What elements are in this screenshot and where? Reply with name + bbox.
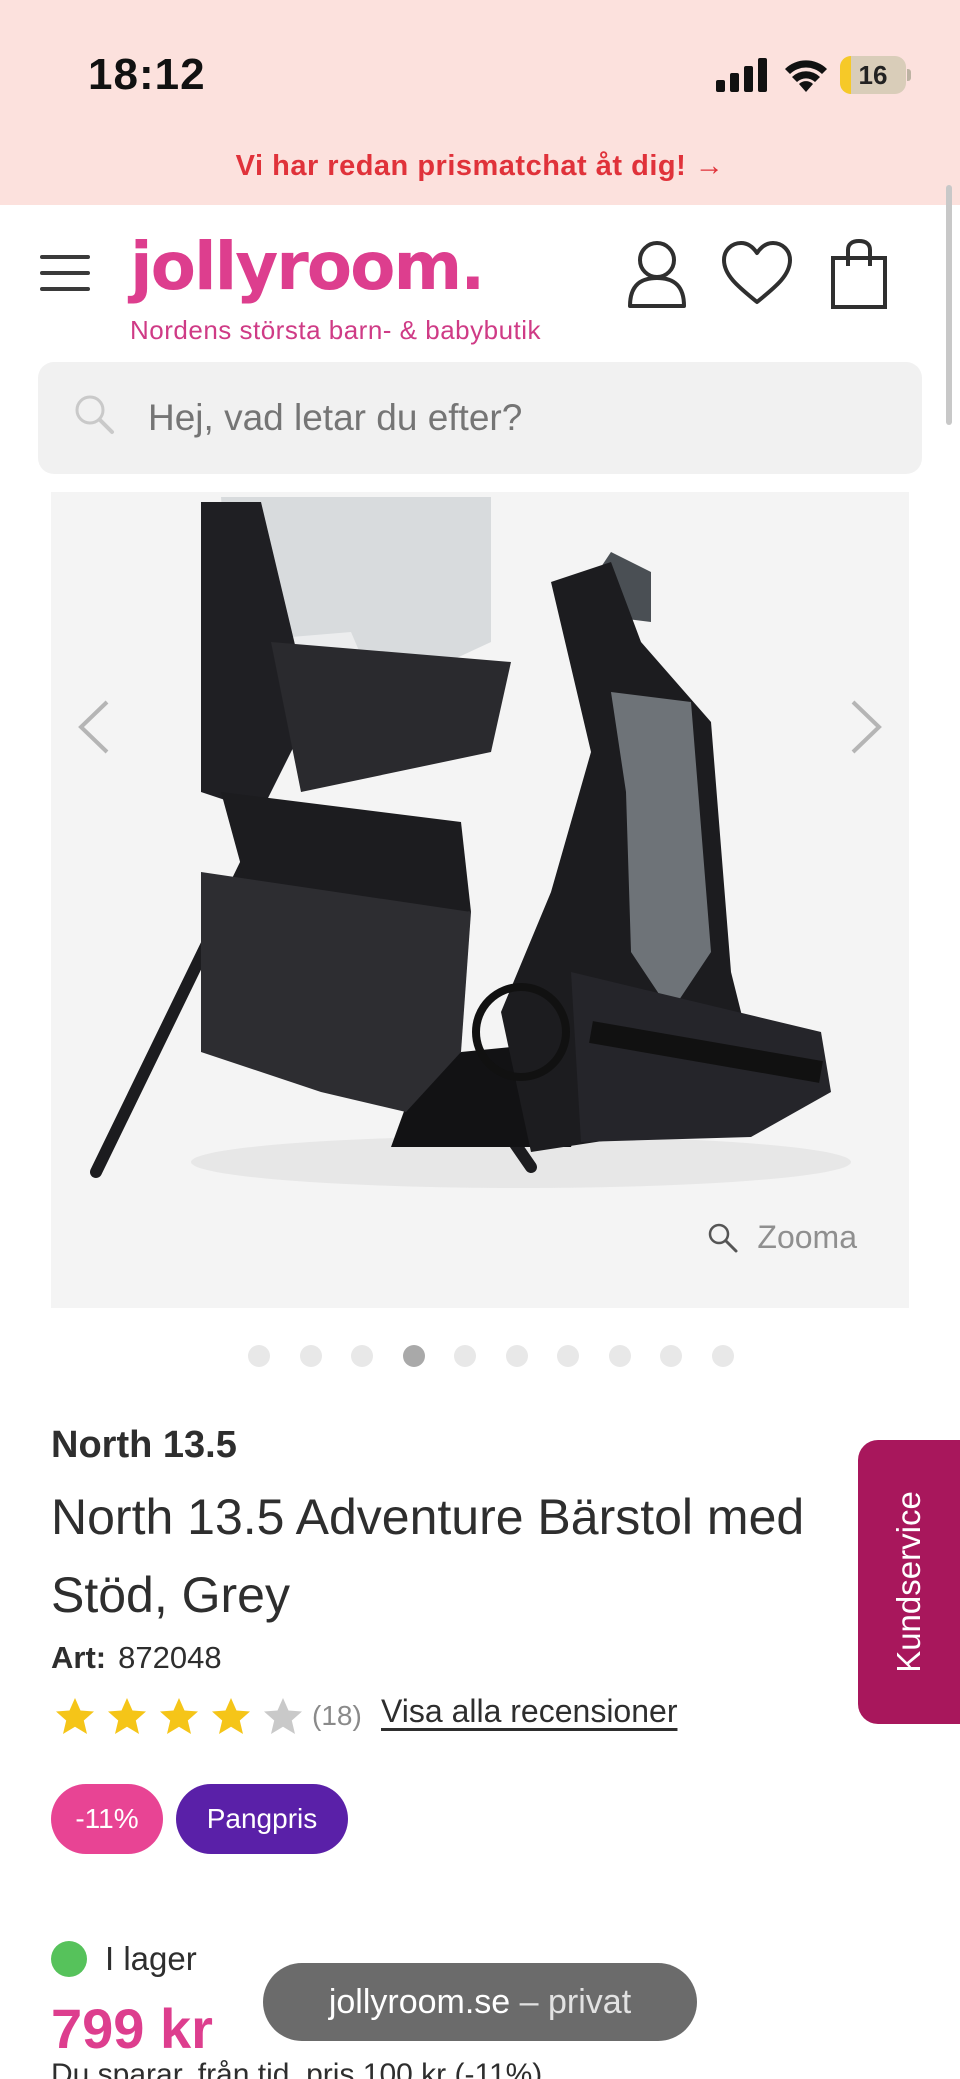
gallery-dot[interactable] [608, 1345, 631, 1367]
gallery-next-icon[interactable] [837, 692, 897, 762]
customer-service-label: Kundservice [890, 1491, 927, 1673]
search-bar[interactable] [38, 362, 922, 474]
search-input[interactable] [148, 362, 848, 474]
wifi-icon [785, 60, 827, 92]
cart-icon[interactable] [830, 238, 888, 310]
gallery-dot[interactable] [248, 1345, 270, 1367]
rating-stars[interactable] [54, 1696, 304, 1738]
gallery-prev-icon[interactable] [63, 692, 123, 762]
star-filled-icon [212, 1698, 250, 1734]
gallery-dot[interactable] [711, 1345, 734, 1367]
magnifier-icon [709, 1223, 738, 1252]
tagline: Nordens största barn- & babybutik [130, 315, 542, 345]
gallery-dot[interactable] [660, 1345, 682, 1367]
menu-icon[interactable] [40, 255, 92, 291]
gallery-dot[interactable] [402, 1345, 425, 1367]
pangpris-badge: Pangpris [176, 1784, 348, 1854]
status-time: 18:12 [88, 50, 206, 99]
browser-url-pill[interactable]: jollyroom.se – privat [263, 1963, 697, 2041]
user-icon[interactable] [626, 240, 688, 308]
zoom-label: Zooma [757, 1219, 857, 1255]
gallery-dot[interactable] [454, 1345, 476, 1367]
product-title: North 13.5 Adventure Bärstol med Stöd, G… [51, 1489, 805, 1623]
gallery-dot[interactable] [351, 1345, 373, 1367]
article-label: Art: [51, 1640, 107, 1675]
show-all-reviews-link[interactable]: Visa alla recensioner [381, 1693, 677, 1730]
product-image-gallery[interactable]: Zooma [51, 492, 909, 1308]
star-empty-icon [264, 1698, 302, 1734]
logo[interactable]: jollyroom. [130, 228, 485, 305]
browser-private-mode: – privat [510, 1983, 632, 2021]
page-scrollbar[interactable] [946, 185, 952, 425]
gallery-dot[interactable] [505, 1345, 528, 1367]
gallery-dot[interactable] [557, 1345, 579, 1367]
article-number: Art: 872048 [51, 1640, 222, 1676]
battery-icon: 16 [840, 56, 911, 94]
gallery-pagination[interactable] [248, 1345, 748, 1369]
browser-domain: jollyroom.se [328, 1983, 511, 2021]
in-stock-indicator [51, 1941, 87, 1977]
star-filled-icon [108, 1698, 146, 1734]
star-filled-icon [160, 1698, 198, 1734]
article-value: 872048 [118, 1640, 222, 1675]
battery-level: 16 [858, 60, 888, 90]
cellular-signal-icon [716, 58, 767, 92]
savings-text: Du sparar, från tid. pris 100 kr (-11%) [51, 2058, 543, 2079]
review-count: (18) [312, 1700, 362, 1731]
discount-badge: -11% [51, 1784, 163, 1854]
price-match-banner[interactable]: Vi har redan prismatchat åt dig! → [0, 150, 960, 183]
stock-label: I lager [105, 1940, 197, 1977]
zoom-button[interactable]: Zooma [707, 1219, 857, 1256]
product-brand[interactable]: North 13.5 [51, 1424, 237, 1467]
stock-status: I lager [51, 1940, 197, 1978]
product-price: 799 kr [51, 1997, 213, 2060]
star-filled-icon [56, 1698, 94, 1734]
gallery-dot[interactable] [299, 1345, 322, 1367]
customer-service-tab[interactable]: Kundservice [858, 1440, 960, 1724]
product-image[interactable] [51, 492, 909, 1308]
search-icon [75, 395, 114, 434]
heart-icon[interactable] [720, 240, 794, 306]
